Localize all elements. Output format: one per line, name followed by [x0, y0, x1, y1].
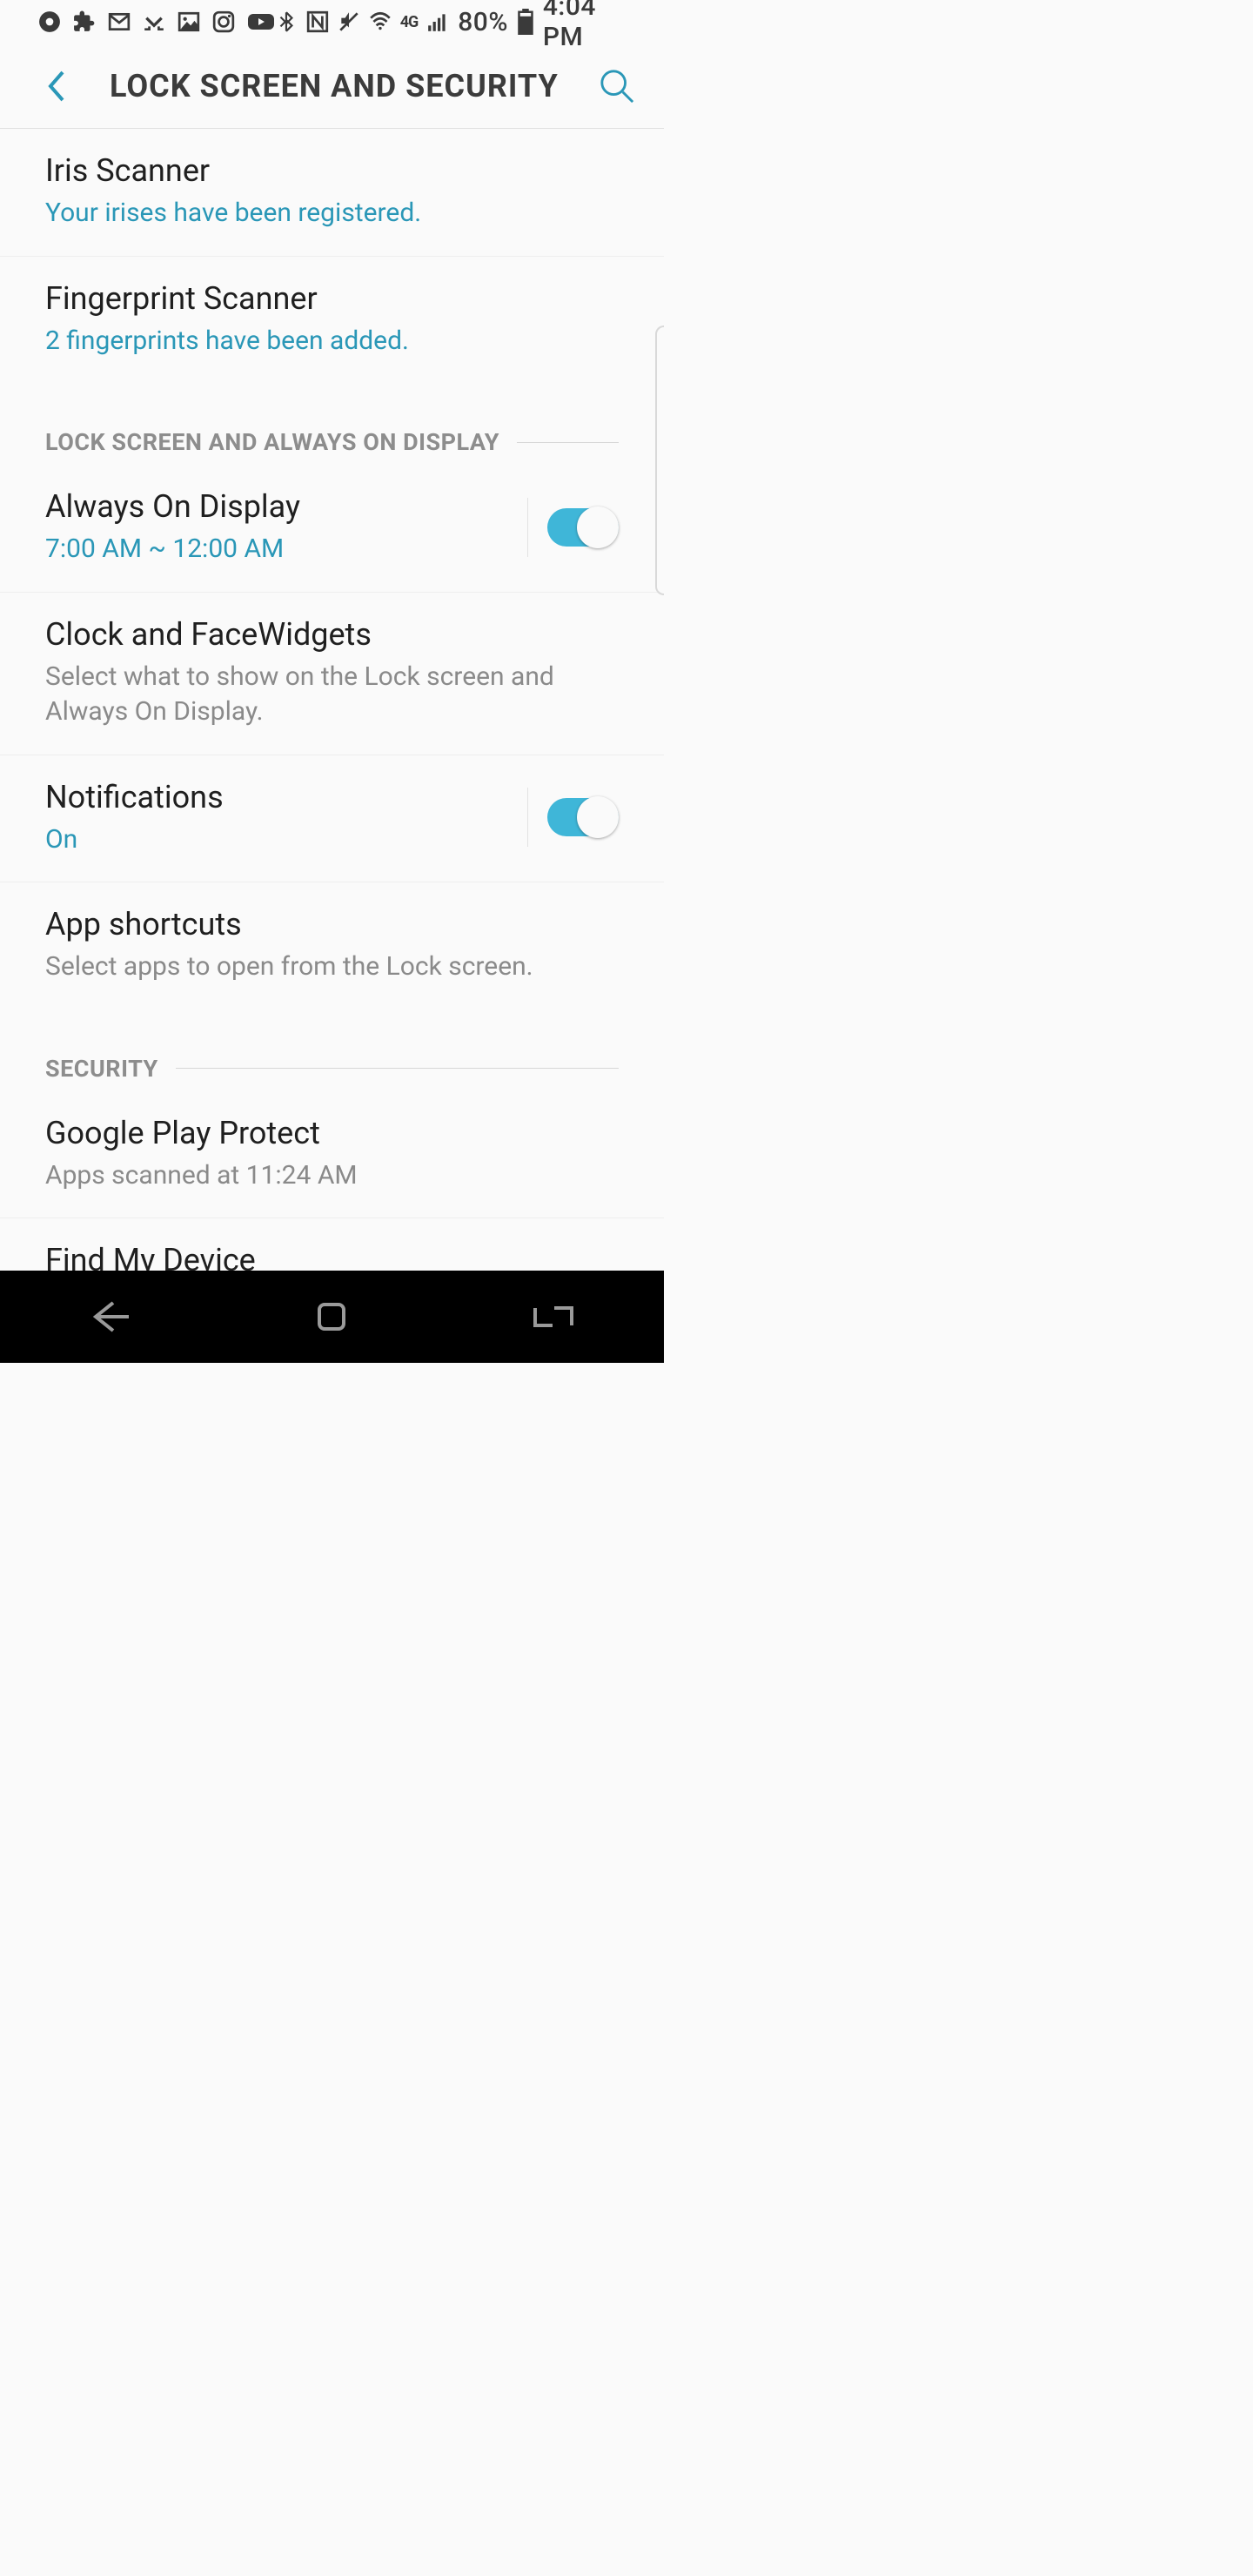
- nav-recents-button[interactable]: [501, 1291, 606, 1343]
- status-bar: 4G 80% 4:04 PM: [0, 0, 664, 44]
- row-title: Always On Display: [45, 487, 513, 527]
- back-button[interactable]: [33, 64, 78, 109]
- app-bar: LOCK SCREEN AND SECURITY: [0, 44, 664, 129]
- row-subtitle: On: [45, 822, 513, 858]
- row-subtitle: Apps scanned at 11:24 AM: [45, 1158, 619, 1194]
- row-google-play-protect[interactable]: Google Play Protect Apps scanned at 11:2…: [0, 1091, 664, 1219]
- youtube-icon: [247, 10, 275, 33]
- section-label: SECURITY: [45, 1055, 158, 1083]
- edge-panel-handle[interactable]: [655, 325, 664, 595]
- row-subtitle: Select apps to open from the Lock screen…: [45, 949, 619, 985]
- row-title: Find My Device: [45, 1241, 619, 1271]
- row-title: Google Play Protect: [45, 1114, 619, 1153]
- section-header-security: SECURITY: [0, 1010, 664, 1091]
- missed-call-icon: [143, 10, 165, 33]
- row-subtitle: Your irises have been registered.: [45, 196, 619, 231]
- mute-icon: [338, 10, 360, 33]
- toggle-notifications[interactable]: [547, 798, 619, 836]
- row-subtitle: Select what to show on the Lock screen a…: [45, 660, 619, 730]
- page-title: LOCK SCREEN AND SECURITY: [110, 68, 594, 104]
- signal-icon: [426, 10, 449, 33]
- search-icon: [599, 68, 635, 104]
- photo-icon: [178, 10, 200, 33]
- battery-icon: [517, 9, 534, 35]
- row-app-shortcuts[interactable]: App shortcuts Select apps to open from t…: [0, 882, 664, 1010]
- status-left-icons: [38, 10, 275, 33]
- settings-gear-solid-icon: [38, 10, 61, 33]
- row-title: Notifications: [45, 778, 513, 817]
- instagram-icon: [212, 10, 235, 33]
- divider: [517, 442, 619, 443]
- navigation-bar: [0, 1271, 664, 1363]
- battery-percent: 80%: [458, 7, 508, 37]
- bluetooth-icon: [275, 10, 298, 33]
- section-header-lockscreen: LOCK SCREEN AND ALWAYS ON DISPLAY: [0, 383, 664, 465]
- row-always-on-display[interactable]: Always On Display 7:00 AM ~ 12:00 AM: [0, 465, 664, 593]
- search-button[interactable]: [594, 64, 640, 109]
- row-notifications[interactable]: Notifications On: [0, 755, 664, 883]
- row-title: Iris Scanner: [45, 151, 619, 191]
- row-subtitle: 2 fingerprints have been added.: [45, 324, 619, 359]
- row-title: App shortcuts: [45, 905, 619, 944]
- chevron-left-icon: [44, 69, 67, 104]
- gmail-icon: [108, 10, 131, 33]
- nav-home-button[interactable]: [279, 1291, 384, 1343]
- row-subtitle: 7:00 AM ~ 12:00 AM: [45, 532, 513, 567]
- toggle-always-on-display[interactable]: [547, 508, 619, 547]
- divider: [176, 1068, 619, 1069]
- section-label: LOCK SCREEN AND ALWAYS ON DISPLAY: [45, 428, 499, 456]
- settings-list[interactable]: Iris Scanner Your irises have been regis…: [0, 129, 664, 1271]
- row-title: Clock and FaceWidgets: [45, 615, 619, 654]
- nav-back-button[interactable]: [58, 1291, 163, 1343]
- row-iris-scanner[interactable]: Iris Scanner Your irises have been regis…: [0, 129, 664, 257]
- row-clock-facewidgets[interactable]: Clock and FaceWidgets Select what to sho…: [0, 593, 664, 755]
- row-title: Fingerprint Scanner: [45, 279, 619, 319]
- wifi-icon: [369, 10, 392, 33]
- row-find-my-device[interactable]: Find My Device: [0, 1218, 664, 1271]
- nfc-icon: [306, 10, 329, 33]
- nav-back-icon: [89, 1298, 132, 1336]
- nav-recents-icon: [530, 1299, 577, 1334]
- nav-home-icon: [314, 1299, 349, 1334]
- row-fingerprint-scanner[interactable]: Fingerprint Scanner 2 fingerprints have …: [0, 257, 664, 384]
- extension-icon: [73, 10, 96, 33]
- network-type: 4G: [400, 13, 419, 31]
